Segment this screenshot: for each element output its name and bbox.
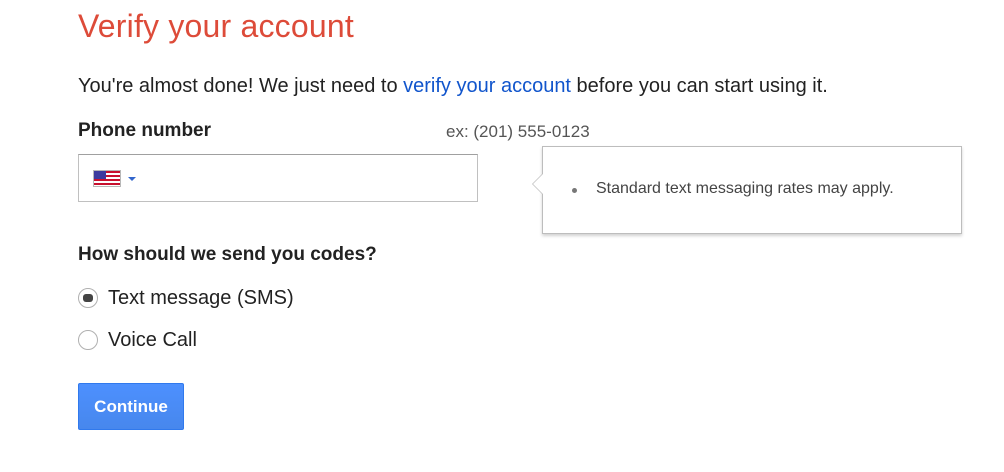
phone-example-hint: ex: (201) 555-0123 bbox=[446, 122, 590, 141]
verify-account-link[interactable]: verify your account bbox=[403, 75, 571, 97]
tooltip-item: Standard text messaging rates may apply. bbox=[572, 180, 894, 198]
tooltip-item-text: Standard text messaging rates may apply. bbox=[596, 180, 894, 197]
phone-number-field[interactable] bbox=[78, 154, 478, 202]
intro-text: You're almost done! We just need to veri… bbox=[78, 75, 828, 98]
continue-button[interactable]: Continue bbox=[78, 383, 184, 430]
sms-radio[interactable] bbox=[78, 288, 98, 308]
voice-call-radio[interactable] bbox=[78, 330, 98, 350]
sms-rates-tooltip: Standard text messaging rates may apply. bbox=[532, 146, 962, 234]
us-flag-icon bbox=[94, 171, 120, 186]
tooltip-arrow bbox=[532, 173, 543, 195]
page-title: Verify your account bbox=[78, 8, 354, 44]
sms-option-label: Text message (SMS) bbox=[108, 287, 294, 309]
bullet-icon bbox=[572, 188, 577, 193]
voice-call-option-label: Voice Call bbox=[108, 329, 197, 351]
intro-text-end: before you can start using it. bbox=[571, 75, 828, 97]
verify-account-page: Verify your account You're almost done! … bbox=[0, 0, 1004, 472]
chevron-down-icon bbox=[128, 177, 136, 181]
country-select[interactable] bbox=[94, 170, 140, 188]
intro-text-start: You're almost done! We just need to bbox=[78, 75, 404, 97]
send-codes-label: How should we send you codes? bbox=[78, 244, 377, 265]
phone-number-label: Phone number bbox=[78, 120, 212, 141]
